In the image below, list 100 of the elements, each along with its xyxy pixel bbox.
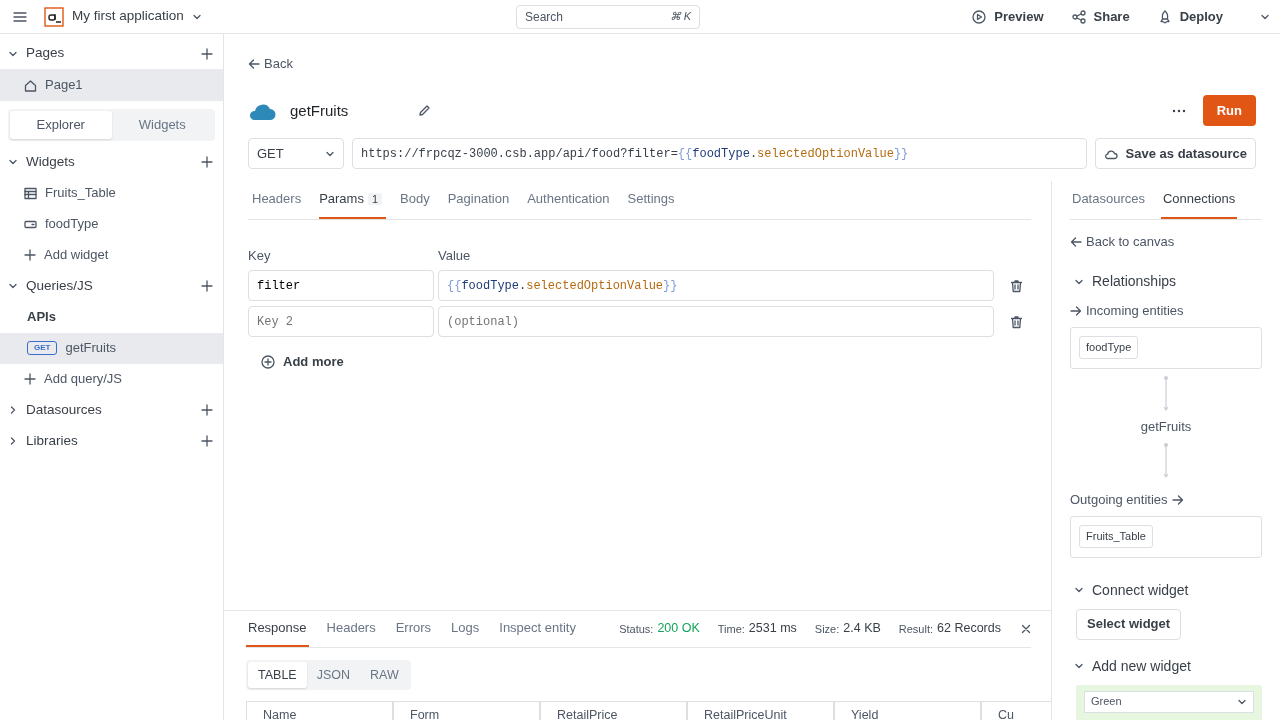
sidebar-item[interactable]: GET getFruits: [0, 332, 223, 364]
section-title[interactable]: Widgets: [26, 151, 193, 173]
share-button[interactable]: Share: [1070, 5, 1131, 28]
add-icon[interactable]: [201, 404, 213, 416]
menu-icon[interactable]: [13, 10, 27, 23]
section-title[interactable]: Queries/JS: [26, 275, 193, 297]
back-link[interactable]: Back to canvas: [1070, 231, 1175, 252]
tab[interactable]: Authentication: [527, 181, 610, 219]
add-icon[interactable]: [201, 435, 213, 447]
view-tab[interactable]: Widgets: [111, 111, 213, 139]
stat-label: Size:: [814, 621, 840, 637]
back-link[interactable]: Back: [248, 54, 293, 74]
plus-icon[interactable]: [24, 249, 36, 261]
tab[interactable]: Params 1: [319, 181, 387, 219]
connector-line: [1162, 374, 1170, 413]
table-icon: [24, 186, 37, 200]
section-title[interactable]: Datasources: [26, 399, 193, 421]
tab[interactable]: Settings: [627, 181, 675, 219]
group-label: APIs: [27, 308, 56, 327]
tab[interactable]: Headers: [324, 611, 378, 647]
trash-icon[interactable]: [1010, 314, 1023, 329]
tab[interactable]: Logs: [449, 611, 482, 647]
tab[interactable]: Body: [400, 181, 430, 219]
key-field[interactable]: filter: [248, 270, 434, 302]
app-name[interactable]: My first application: [72, 6, 184, 27]
section-title[interactable]: Add new widget: [1092, 655, 1191, 677]
play-icon: [972, 9, 987, 24]
tab[interactable]: Headers: [252, 181, 302, 219]
sidebar-item[interactable]: foodType: [0, 208, 223, 240]
close-icon[interactable]: [1021, 623, 1031, 634]
method-select[interactable]: GET: [248, 138, 344, 170]
chevron-down-icon[interactable]: [8, 157, 18, 167]
deploy-button[interactable]: Deploy: [1156, 5, 1224, 28]
section-title[interactable]: Connect widget: [1092, 579, 1189, 601]
column-header[interactable]: RetailPrice: [540, 701, 687, 720]
arrow-left-icon: [1070, 235, 1082, 248]
column-heading: Value: [438, 246, 471, 265]
add-icon[interactable]: [201, 280, 213, 292]
value-field[interactable]: {{foodType.selectedOptionValue}}: [438, 270, 994, 302]
view-toggle[interactable]: RAW: [360, 661, 409, 689]
stat-value: 62 Records: [937, 620, 1001, 638]
query-name[interactable]: getFruits: [290, 99, 418, 122]
chevron-down-icon[interactable]: [1074, 661, 1084, 671]
run-button[interactable]: Run: [1202, 95, 1256, 127]
add-link[interactable]: Add query/JS: [0, 363, 223, 395]
stat-label: Status:: [619, 621, 654, 637]
arrow-right-icon: [1070, 304, 1082, 317]
pencil-icon[interactable]: [418, 104, 431, 118]
entity-chip[interactable]: foodType: [1079, 336, 1139, 359]
search-field[interactable]: Search ⌘ K: [516, 4, 700, 29]
trash-icon[interactable]: [1010, 278, 1023, 293]
connector-line: [1162, 442, 1170, 480]
column-header[interactable]: RetailPriceUnit: [687, 701, 834, 720]
tab[interactable]: Datasources: [1070, 181, 1147, 219]
sidebar-item[interactable]: Fruits_Table: [0, 177, 223, 209]
tab[interactable]: Connections: [1161, 181, 1238, 219]
arrow-left-icon: [248, 57, 260, 70]
home-icon: [24, 78, 37, 92]
add-more-button[interactable]: Add more: [260, 351, 345, 373]
add-icon[interactable]: [201, 47, 213, 60]
logo-icon[interactable]: [44, 6, 64, 27]
save-datasource-button[interactable]: Save as datasource: [1094, 138, 1256, 170]
chevron-right-icon[interactable]: [8, 436, 18, 446]
chevron-down-icon[interactable]: [8, 281, 18, 291]
value-field[interactable]: (optional): [438, 306, 994, 338]
column-header[interactable]: Form: [393, 701, 540, 720]
stat-value: 2531 ms: [748, 620, 797, 638]
more-icon[interactable]: [1171, 108, 1186, 113]
section-title[interactable]: Libraries: [26, 430, 193, 452]
entity-label: getFruits: [1139, 417, 1193, 436]
count-badge: 1: [367, 193, 383, 206]
sidebar-item[interactable]: Page1: [0, 69, 223, 101]
plus-icon[interactable]: [24, 373, 36, 385]
select-field[interactable]: Green: [1084, 690, 1254, 713]
key-field[interactable]: Key 2: [248, 306, 434, 338]
add-icon[interactable]: [201, 156, 213, 168]
chevron-down-icon[interactable]: [1074, 585, 1084, 595]
tab[interactable]: Pagination: [447, 181, 510, 219]
rocket-icon: [1157, 9, 1172, 24]
view-toggle[interactable]: TABLE: [248, 661, 307, 689]
section-title[interactable]: Relationships: [1092, 271, 1177, 292]
entity-chip[interactable]: Fruits_Table: [1079, 525, 1153, 548]
entities-label: Outgoing entities: [1070, 491, 1168, 509]
select-widget-button[interactable]: Select widget: [1076, 608, 1182, 640]
url-field[interactable]: https://frpcqz-3000.csb.app/api/food?filter={{foodType.selectedOptionValue}}: [352, 138, 1087, 170]
column-header[interactable]: Yield: [834, 701, 981, 720]
section-title[interactable]: Pages: [26, 43, 193, 64]
stat-label: Result:: [898, 621, 934, 637]
tab[interactable]: Errors: [393, 611, 434, 647]
chevron-right-icon[interactable]: [8, 405, 18, 415]
column-header[interactable]: Name: [246, 701, 393, 720]
tab[interactable]: Response: [246, 611, 309, 647]
view-toggle[interactable]: JSON: [306, 661, 360, 689]
add-link[interactable]: Add widget: [0, 239, 223, 271]
method-badge: GET: [27, 341, 58, 355]
view-tab[interactable]: Explorer: [10, 111, 112, 139]
tab[interactable]: Inspect entity: [497, 611, 578, 647]
add-circle-icon: [261, 355, 275, 369]
preview-button[interactable]: Preview: [971, 5, 1045, 28]
cloud-icon: [1103, 147, 1118, 160]
